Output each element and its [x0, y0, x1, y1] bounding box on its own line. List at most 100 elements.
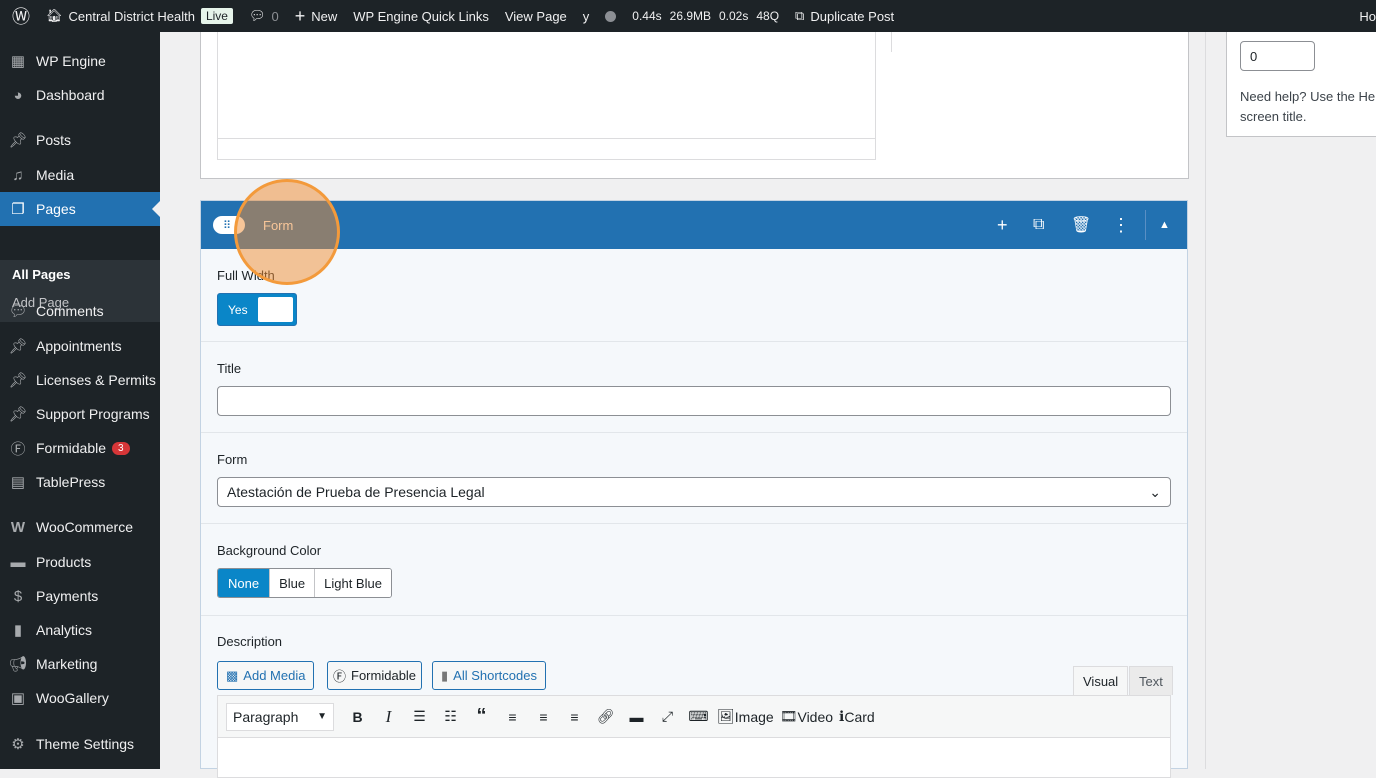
divider: [1145, 210, 1146, 240]
notification-badge: 3: [112, 441, 130, 455]
menu-licenses[interactable]: 📌︎ Licenses & Permits: [0, 363, 160, 397]
selected-form: Atestación de Prueba de Presencia Legal: [227, 484, 485, 500]
block-header[interactable]: ⠿ Form + ⧉ 🗑︎ ⋮ ▲: [201, 201, 1187, 249]
bg-option-blue[interactable]: Blue: [270, 569, 316, 597]
video-button[interactable]: 🎞︎ Video: [777, 703, 836, 731]
menu-label: Comments: [36, 303, 104, 319]
menu-analytics[interactable]: ▮ Analytics: [0, 613, 160, 647]
menu-appointments[interactable]: 📌︎ Appointments: [0, 329, 160, 363]
menu-media[interactable]: ♫ Media: [0, 158, 160, 192]
card-button[interactable]: ℹ Card: [836, 703, 878, 731]
title-field: Title: [201, 342, 1187, 433]
tab-visual[interactable]: Visual: [1073, 666, 1129, 696]
menu-marketing[interactable]: 📢︎ Marketing: [0, 647, 160, 681]
page-attributes-box: 0 Need help? Use the Help screen title.: [1226, 32, 1376, 137]
menu-label: WP Engine: [36, 53, 106, 69]
menu-label: Payments: [36, 588, 99, 604]
duplicate-icon[interactable]: ⧉: [1033, 201, 1044, 249]
query-monitor[interactable]: 0.44s 26.9MB 0.02s 48Q: [624, 0, 787, 32]
yoast-icon[interactable]: y: [575, 0, 598, 32]
resize-handle[interactable]: [218, 138, 875, 159]
perf-db-time: 0.02s: [719, 9, 749, 23]
menu-label: TablePress: [36, 474, 106, 490]
comment-icon: 💬︎: [8, 303, 28, 320]
toolbar-toggle-icon[interactable]: ⌨: [683, 703, 714, 731]
comment-count: 0: [271, 8, 279, 24]
site-name-link[interactable]: 🏠︎ Central District Health Live: [38, 0, 241, 32]
form-select[interactable]: Atestación de Prueba de Presencia Legal ⌄: [217, 477, 1171, 507]
menu-comments[interactable]: 💬︎ Comments: [0, 294, 160, 328]
submenu-all-pages[interactable]: All Pages: [0, 260, 160, 288]
chart-icon: ▮: [13, 622, 23, 639]
menu-woocommerce[interactable]: W WooCommerce: [0, 510, 160, 544]
menu-label: Posts: [36, 132, 72, 148]
dollar-icon: $: [13, 587, 23, 605]
trash-icon[interactable]: 🗑︎: [1071, 201, 1091, 249]
duplicate-label: Duplicate Post: [810, 8, 895, 24]
admin-sidebar: ▦ WP Engine ◕ Dashboard 📌︎ Posts ♫ Media ❐ Pa…: [0, 32, 160, 769]
block-toggle[interactable]: ⠿: [213, 216, 245, 234]
full-width-field: Full Width Yes: [201, 249, 1187, 342]
all-shortcodes-button[interactable]: ▮ All Shortcodes: [432, 661, 546, 690]
format-select[interactable]: Paragraph ▼: [226, 702, 334, 731]
howdy-link[interactable]: Ho: [1351, 0, 1376, 32]
order-input[interactable]: 0: [1240, 41, 1315, 71]
editor-content[interactable]: [217, 738, 1171, 778]
duplicate-post-link[interactable]: ⧉ Duplicate Post: [787, 0, 902, 32]
menu-posts[interactable]: 📌︎ Posts: [0, 123, 160, 157]
title-input[interactable]: [217, 386, 1171, 416]
align-center-icon[interactable]: ≡: [528, 703, 559, 731]
wordpress-logo-icon[interactable]: Ⓦ: [0, 0, 38, 32]
menu-label: Media: [36, 167, 75, 183]
menu-tablepress[interactable]: ▤ TablePress: [0, 465, 160, 499]
field-label: Form: [217, 452, 248, 467]
menu-label: Marketing: [36, 656, 98, 672]
formidable-button[interactable]: Ⓕ Formidable: [327, 661, 423, 690]
menu-support-programs[interactable]: 📌︎ Support Programs: [0, 397, 160, 431]
read-more-icon[interactable]: ▬: [621, 703, 652, 731]
text-area[interactable]: [217, 32, 876, 160]
align-right-icon[interactable]: ≡: [559, 703, 590, 731]
table-icon: ▤: [10, 474, 26, 491]
add-icon[interactable]: +: [997, 201, 1008, 249]
italic-icon[interactable]: I: [373, 703, 404, 731]
image-button[interactable]: 🖼︎ Image: [714, 703, 777, 731]
fullscreen-icon[interactable]: ⤢: [652, 703, 683, 731]
perf-queries: 48Q: [756, 9, 780, 23]
menu-theme-settings[interactable]: ⚙ Theme Settings: [0, 727, 160, 761]
align-left-icon[interactable]: ≡: [497, 703, 528, 731]
menu-formidable[interactable]: Ⓕ Formidable 3: [0, 431, 160, 465]
bullet-list-icon[interactable]: ☰: [404, 703, 435, 731]
grid-icon: ▦: [10, 53, 26, 70]
menu-woogallery[interactable]: ▣ WooGallery: [0, 681, 160, 715]
comment-icon: 💬︎: [248, 8, 266, 23]
menu-label: WooGallery: [36, 690, 109, 706]
quick-links[interactable]: WP Engine Quick Links: [345, 0, 497, 32]
comments-link[interactable]: 💬︎ 0: [241, 0, 287, 32]
link-icon[interactable]: 🔗︎: [590, 703, 621, 731]
collapse-icon[interactable]: ▲: [1159, 201, 1170, 249]
add-media-button[interactable]: ▩ Add Media: [217, 661, 315, 690]
full-width-toggle[interactable]: Yes: [217, 293, 297, 326]
view-page-link[interactable]: View Page: [497, 0, 575, 32]
tab-text[interactable]: Text: [1129, 666, 1173, 695]
bg-option-light-blue[interactable]: Light Blue: [315, 569, 391, 597]
menu-payments[interactable]: $ Payments: [0, 579, 160, 613]
site-name: Central District Health: [68, 8, 195, 24]
new-label: New: [311, 8, 338, 24]
pin-icon: 📌︎: [8, 132, 28, 149]
menu-label: Formidable: [36, 440, 107, 456]
more-icon[interactable]: ⋮: [1112, 201, 1130, 249]
numbered-list-icon[interactable]: ☷: [435, 703, 466, 731]
bg-option-none[interactable]: None: [218, 569, 271, 597]
bold-icon[interactable]: B: [342, 703, 373, 731]
pin-icon: 📌︎: [8, 338, 28, 355]
perf-memory: 26.9MB: [669, 9, 711, 23]
new-link[interactable]: + New: [287, 0, 346, 32]
menu-products[interactable]: ▬ Products: [0, 545, 160, 579]
blockquote-icon[interactable]: “: [466, 703, 497, 731]
menu-wp-engine[interactable]: ▦ WP Engine: [0, 44, 160, 78]
field-label: Full Width: [217, 268, 275, 283]
menu-pages[interactable]: ❐ Pages: [0, 192, 160, 226]
menu-dashboard[interactable]: ◕ Dashboard: [0, 78, 160, 112]
